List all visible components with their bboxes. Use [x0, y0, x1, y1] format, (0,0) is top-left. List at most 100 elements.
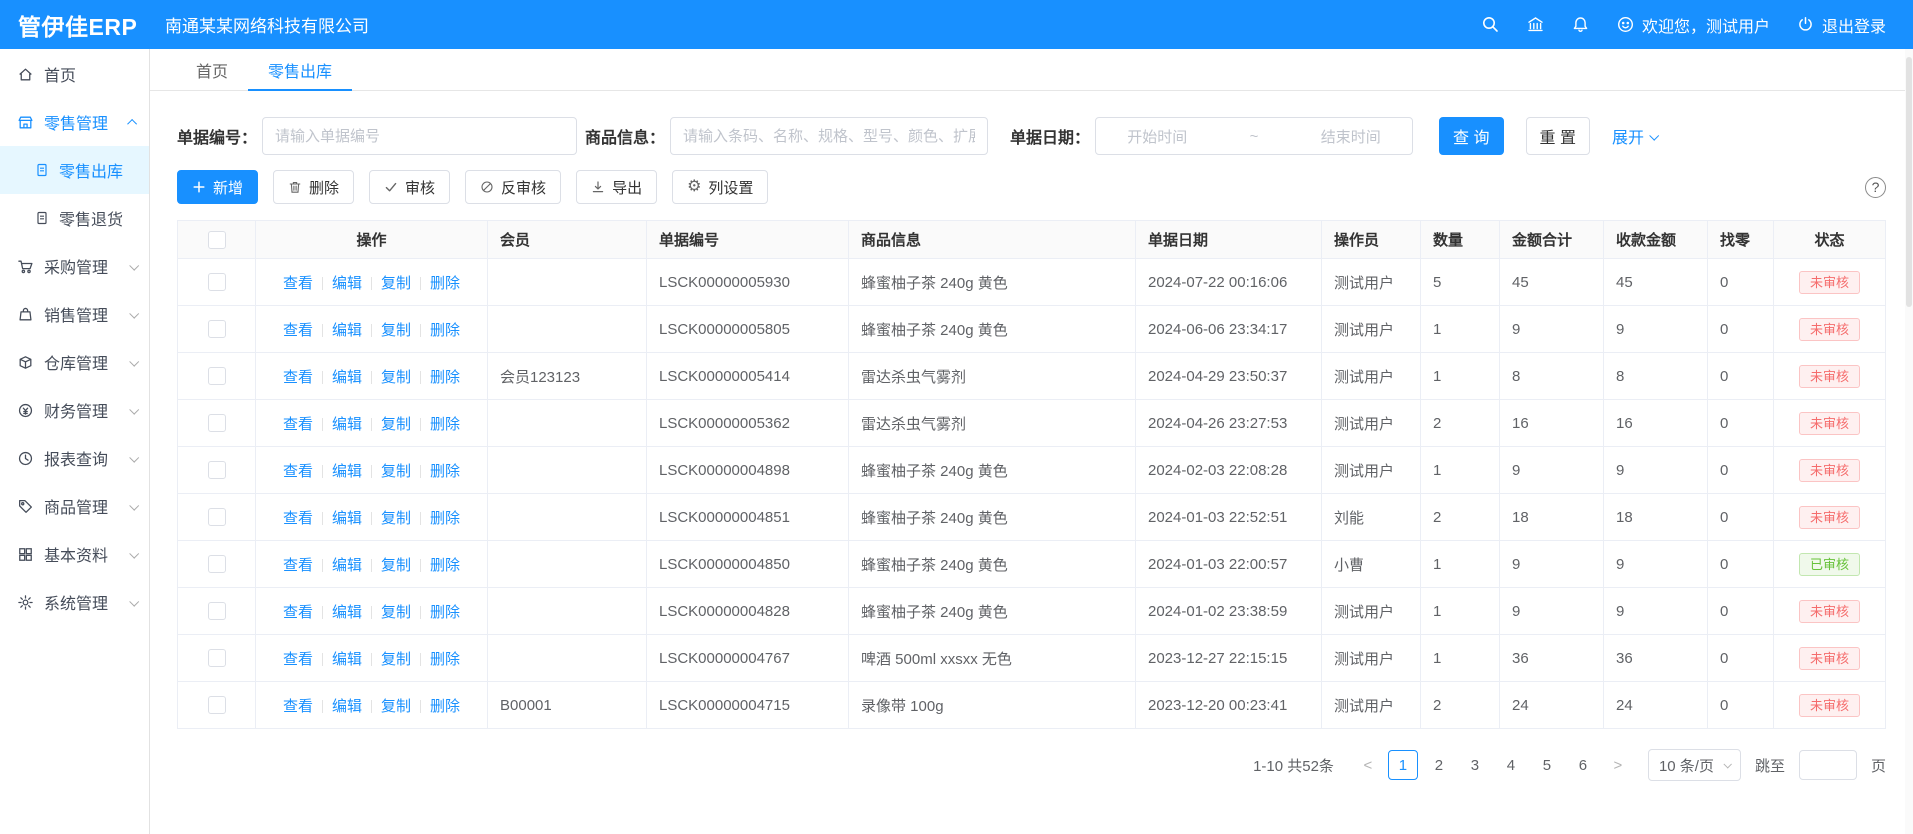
row-action-copy[interactable]: 复制 — [381, 369, 411, 386]
row-action-view[interactable]: 查看 — [283, 651, 313, 668]
row-action-edit[interactable]: 编辑 — [332, 275, 362, 292]
product-info-input[interactable] — [670, 117, 988, 155]
page-button-6[interactable]: 6 — [1568, 750, 1598, 780]
row-action-edit[interactable]: 编辑 — [332, 604, 362, 621]
row-action-view[interactable]: 查看 — [283, 416, 313, 433]
add-button[interactable]: 新增 — [177, 170, 258, 204]
row-action-delete[interactable]: 删除 — [430, 557, 460, 574]
sidebar-item-retail-management[interactable]: 零售管理 — [0, 98, 149, 146]
bill-no-input[interactable] — [262, 117, 577, 155]
action-separator — [420, 418, 421, 431]
logout-button[interactable]: 退出登录 — [1796, 13, 1886, 37]
row-action-view[interactable]: 查看 — [283, 322, 313, 339]
row-action-copy[interactable]: 复制 — [381, 275, 411, 292]
jump-page-input[interactable] — [1799, 750, 1857, 780]
expand-link[interactable]: 展开 — [1612, 124, 1657, 148]
row-action-delete[interactable]: 删除 — [430, 463, 460, 480]
row-action-copy[interactable]: 复制 — [381, 604, 411, 621]
table-row: 查看编辑复制删除会员123123LSCK00000005414雷达杀虫气雾剂20… — [178, 353, 1886, 400]
row-checkbox[interactable] — [208, 508, 226, 526]
column-settings-button[interactable]: ⚙ 列设置 — [672, 170, 768, 204]
sidebar-item-system-management[interactable]: 系统管理 — [0, 578, 149, 626]
vertical-scrollbar[interactable] — [1905, 49, 1913, 834]
row-checkbox[interactable] — [208, 461, 226, 479]
row-action-copy[interactable]: 复制 — [381, 463, 411, 480]
tab-retail-outbound[interactable]: 零售出库 — [248, 49, 352, 90]
row-action-edit[interactable]: 编辑 — [332, 416, 362, 433]
tab-home[interactable]: 首页 — [176, 49, 248, 90]
check-icon — [384, 180, 398, 194]
row-checkbox[interactable] — [208, 649, 226, 667]
sidebar-item-sales-management[interactable]: 销售管理 — [0, 290, 149, 338]
page-button-2[interactable]: 2 — [1424, 750, 1454, 780]
row-action-edit[interactable]: 编辑 — [332, 369, 362, 386]
page-size-select[interactable]: 10 条/页 — [1648, 749, 1741, 781]
search-button[interactable]: 查 询 — [1439, 117, 1503, 155]
export-button[interactable]: 导出 — [576, 170, 657, 204]
row-action-edit[interactable]: 编辑 — [332, 510, 362, 527]
audit-button[interactable]: 审核 — [369, 170, 450, 204]
sidebar-item-warehouse-management[interactable]: 仓库管理 — [0, 338, 149, 386]
cell-received: 9 — [1604, 588, 1708, 635]
bell-icon[interactable] — [1571, 15, 1590, 34]
help-icon[interactable]: ? — [1865, 177, 1886, 198]
row-action-view[interactable]: 查看 — [283, 557, 313, 574]
delete-button[interactable]: 删除 — [273, 170, 354, 204]
scrollbar-thumb[interactable] — [1906, 57, 1912, 307]
row-action-edit[interactable]: 编辑 — [332, 651, 362, 668]
row-action-view[interactable]: 查看 — [283, 510, 313, 527]
row-action-edit[interactable]: 编辑 — [332, 463, 362, 480]
row-action-edit[interactable]: 编辑 — [332, 557, 362, 574]
sidebar-item-basic-data[interactable]: 基本资料 — [0, 530, 149, 578]
sidebar-item-product-management[interactable]: 商品管理 — [0, 482, 149, 530]
row-action-edit[interactable]: 编辑 — [332, 698, 362, 715]
row-checkbox[interactable] — [208, 696, 226, 714]
page-button-4[interactable]: 4 — [1496, 750, 1526, 780]
unaudit-button[interactable]: 反审核 — [465, 170, 561, 204]
row-action-copy[interactable]: 复制 — [381, 651, 411, 668]
page-button-5[interactable]: 5 — [1532, 750, 1562, 780]
sidebar-item-retail-outbound[interactable]: 零售出库 — [0, 146, 149, 194]
row-action-view[interactable]: 查看 — [283, 698, 313, 715]
row-action-copy[interactable]: 复制 — [381, 322, 411, 339]
select-all-checkbox[interactable] — [208, 231, 226, 249]
row-action-copy[interactable]: 复制 — [381, 510, 411, 527]
next-page-button[interactable]: > — [1604, 750, 1632, 780]
row-checkbox[interactable] — [208, 273, 226, 291]
table-row: 查看编辑复制删除LSCK00000004767啤酒 500ml xxsxx 无色… — [178, 635, 1886, 682]
row-action-delete[interactable]: 删除 — [430, 651, 460, 668]
row-action-edit[interactable]: 编辑 — [332, 322, 362, 339]
row-action-view[interactable]: 查看 — [283, 463, 313, 480]
sidebar-item-home[interactable]: 首页 — [0, 50, 149, 98]
row-action-delete[interactable]: 删除 — [430, 416, 460, 433]
row-action-view[interactable]: 查看 — [283, 275, 313, 292]
page-button-1[interactable]: 1 — [1388, 750, 1418, 780]
sidebar-item-retail-return[interactable]: 零售退货 — [0, 194, 149, 242]
row-checkbox[interactable] — [208, 367, 226, 385]
row-action-copy[interactable]: 复制 — [381, 416, 411, 433]
prev-page-button[interactable]: < — [1354, 750, 1382, 780]
row-action-delete[interactable]: 删除 — [430, 275, 460, 292]
row-action-delete[interactable]: 删除 — [430, 322, 460, 339]
row-action-delete[interactable]: 删除 — [430, 698, 460, 715]
sidebar-item-report-query[interactable]: 报表查询 — [0, 434, 149, 482]
row-action-delete[interactable]: 删除 — [430, 369, 460, 386]
row-checkbox[interactable] — [208, 602, 226, 620]
row-action-copy[interactable]: 复制 — [381, 557, 411, 574]
date-range-picker[interactable]: 开始时间 ~ 结束时间 — [1095, 117, 1413, 155]
row-action-view[interactable]: 查看 — [283, 604, 313, 621]
page-button-3[interactable]: 3 — [1460, 750, 1490, 780]
sidebar-item-purchase-management[interactable]: 采购管理 — [0, 242, 149, 290]
bank-icon[interactable] — [1526, 15, 1545, 34]
row-action-copy[interactable]: 复制 — [381, 698, 411, 715]
sidebar-item-finance-management[interactable]: 财务管理 — [0, 386, 149, 434]
row-action-delete[interactable]: 删除 — [430, 510, 460, 527]
row-action-view[interactable]: 查看 — [283, 369, 313, 386]
row-action-delete[interactable]: 删除 — [430, 604, 460, 621]
row-checkbox[interactable] — [208, 555, 226, 573]
reset-button[interactable]: 重 置 — [1526, 117, 1590, 155]
search-icon[interactable] — [1481, 15, 1500, 34]
row-checkbox[interactable] — [208, 320, 226, 338]
welcome-user[interactable]: 欢迎您，测试用户 — [1616, 13, 1770, 37]
row-checkbox[interactable] — [208, 414, 226, 432]
